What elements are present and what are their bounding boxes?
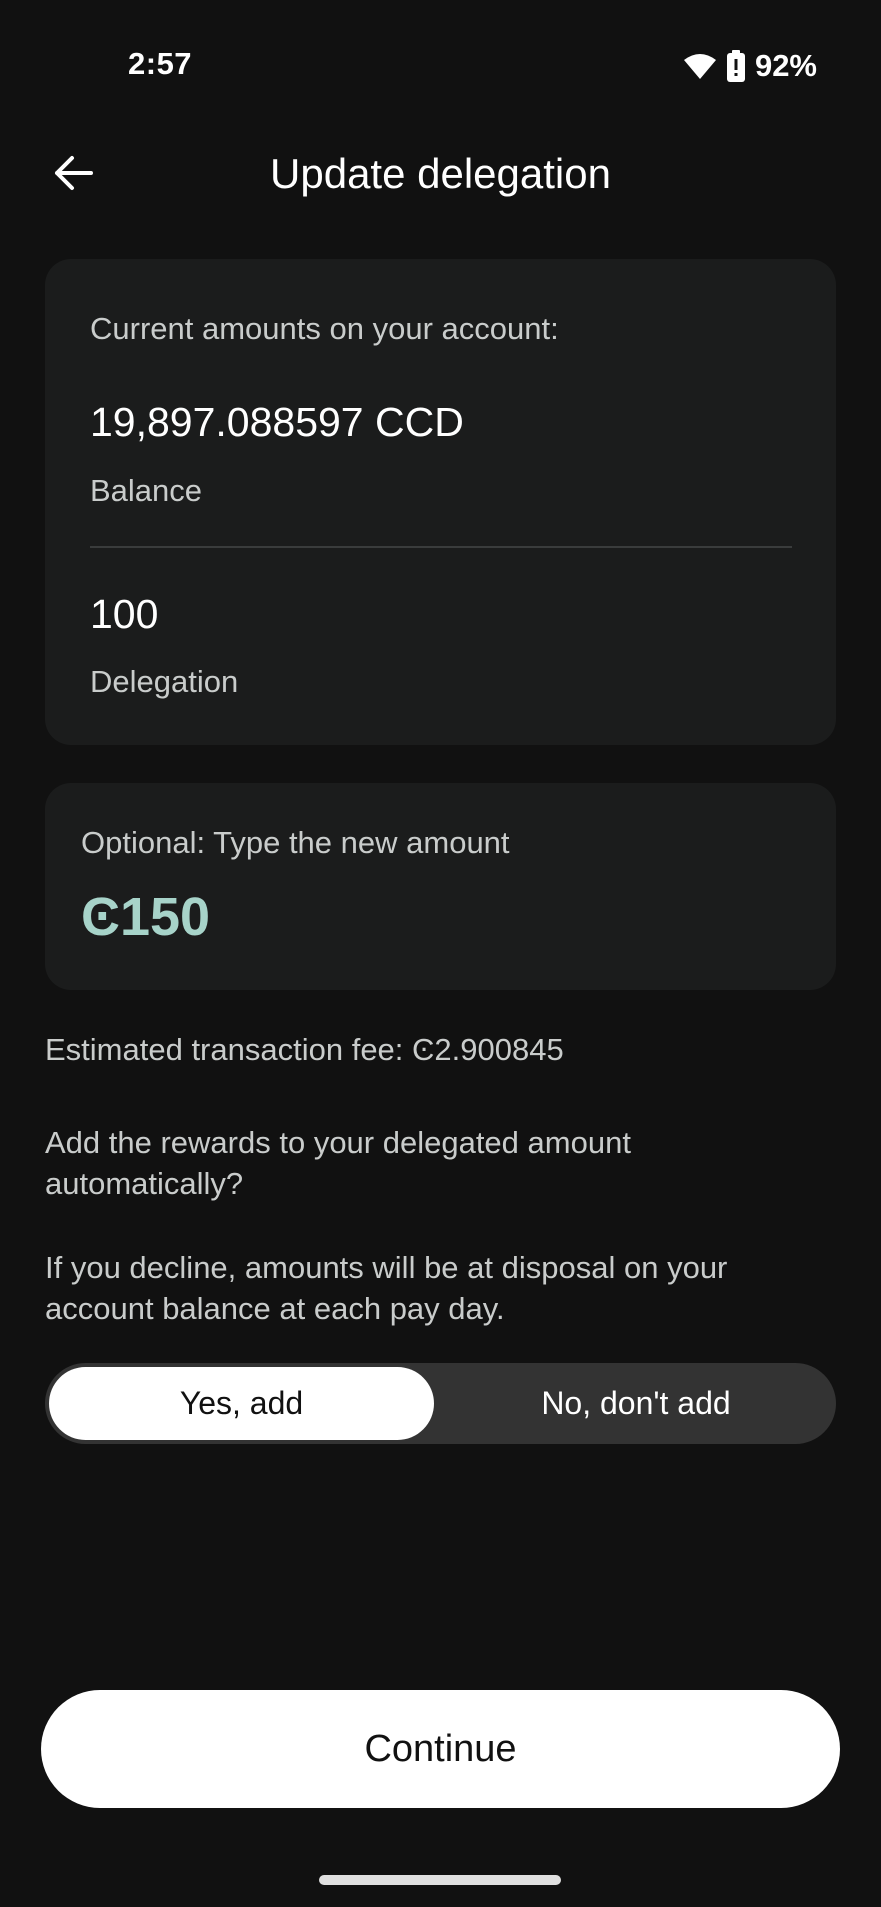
transaction-fee-text: Estimated transaction fee: Ͼ2.900845 bbox=[45, 1032, 564, 1067]
divider bbox=[90, 546, 792, 548]
wifi-icon bbox=[683, 52, 717, 80]
no-dont-add-option[interactable]: No, don't add bbox=[440, 1367, 832, 1440]
status-icons: 92% bbox=[683, 46, 817, 86]
balance-label: Balance bbox=[90, 473, 203, 508]
new-amount-input[interactable] bbox=[81, 886, 781, 948]
account-card-label: Current amounts on your account: bbox=[90, 311, 559, 346]
continue-button[interactable]: Continue bbox=[41, 1690, 840, 1808]
new-amount-label: Optional: Type the new amount bbox=[81, 825, 510, 860]
new-amount-card[interactable]: Optional: Type the new amount bbox=[45, 783, 836, 990]
battery-percent: 92% bbox=[754, 48, 817, 83]
account-amounts-card: Current amounts on your account: 19,897.… bbox=[45, 259, 836, 745]
page-title: Update delegation bbox=[270, 150, 611, 197]
balance-value: 19,897.088597 CCD bbox=[90, 399, 464, 445]
rewards-question: Add the rewards to your delegated amount… bbox=[45, 1125, 631, 1201]
home-indicator[interactable] bbox=[319, 1875, 561, 1885]
delegation-label: Delegation bbox=[90, 664, 239, 699]
rewards-toggle: Yes, add No, don't add bbox=[45, 1363, 836, 1444]
status-bar: 2:57 92% bbox=[0, 0, 881, 130]
status-time: 2:57 bbox=[128, 46, 193, 81]
delegation-value: 100 bbox=[90, 591, 159, 637]
screen: 2:57 92% Update delegation Current amoun… bbox=[0, 0, 881, 1907]
battery-icon bbox=[726, 50, 745, 82]
yes-add-option[interactable]: Yes, add bbox=[49, 1367, 434, 1440]
rewards-note: If you decline, amounts will be at dispo… bbox=[45, 1250, 728, 1326]
